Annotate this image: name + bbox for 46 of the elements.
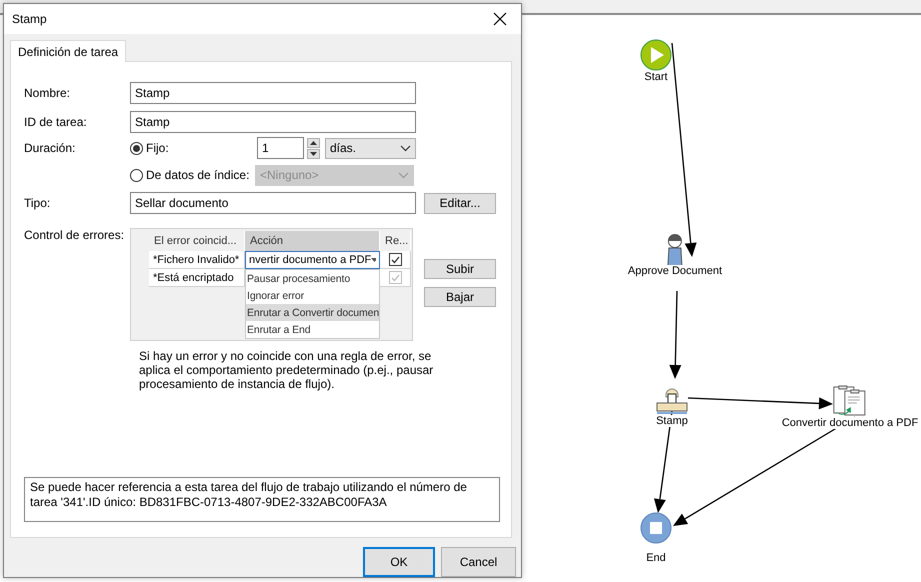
spin-up-button[interactable] bbox=[307, 138, 320, 148]
amount-field[interactable]: 1 bbox=[257, 137, 304, 159]
radio-button[interactable] bbox=[130, 142, 143, 154]
action-combobox[interactable]: nvertir documento a PDF bbox=[245, 251, 380, 269]
stop-icon bbox=[640, 512, 672, 544]
field-label: Nombre: bbox=[24, 86, 72, 100]
unit-dropdown[interactable]: días. bbox=[325, 138, 416, 158]
window-title: Stamp bbox=[12, 12, 47, 26]
start-icon bbox=[640, 39, 672, 71]
field-label: Duración: bbox=[24, 141, 76, 155]
info-box: Se puede hacer referencia a esta tarea del flujo de trabajo utilizando el número de tarea '341'.ID único: BD831FBC-0713-4807-9DE2-332ABC00FA3A bbox=[24, 477, 500, 522]
node-label: Start bbox=[644, 71, 668, 83]
menu-item[interactable]: Enrutar a Convertir documen bbox=[246, 304, 379, 321]
radio-option[interactable]: De datos de índice: bbox=[130, 168, 255, 182]
help-text: Si hay un error y no coincide con una regla de error, se aplica el comportamiento predeterminado (p.ej., pausar procesamiento de instancia de flujo). bbox=[139, 349, 434, 391]
column-header[interactable]: Acción bbox=[245, 231, 380, 251]
name-field[interactable]: Stamp bbox=[130, 82, 416, 104]
caret-icon bbox=[371, 258, 376, 262]
type-field[interactable]: Sellar documento bbox=[130, 192, 416, 214]
chevron-down-icon bbox=[400, 144, 411, 152]
node-label: Stamp bbox=[656, 415, 688, 427]
person-icon bbox=[666, 234, 684, 267]
edit-button[interactable]: Editar... bbox=[424, 192, 496, 214]
field-label: ID de tarea: bbox=[24, 115, 88, 129]
down-arrow-icon bbox=[310, 152, 317, 156]
table-cell: *Está encriptado bbox=[149, 269, 245, 287]
radio-option[interactable]: Fijo: bbox=[130, 141, 257, 155]
close-icon bbox=[493, 12, 507, 26]
radio-button[interactable] bbox=[130, 168, 143, 182]
node-label: Approve Document bbox=[628, 265, 722, 277]
node-label: Convertir documento a PDF bbox=[782, 417, 918, 429]
field-label: Tipo: bbox=[24, 196, 52, 210]
node-label: End bbox=[646, 552, 666, 564]
ok-button[interactable]: OK bbox=[363, 547, 435, 577]
tab[interactable]: Definición de tarea bbox=[10, 40, 126, 62]
up-arrow-icon bbox=[310, 140, 317, 144]
table-cell: *Fichero Invalido* bbox=[149, 251, 245, 269]
spin-down-button[interactable] bbox=[307, 148, 320, 158]
cancel-button[interactable]: Cancel bbox=[441, 547, 516, 577]
field-label: Control de errores: bbox=[24, 228, 126, 242]
documents-icon bbox=[833, 385, 867, 417]
task-id-field[interactable]: Stamp bbox=[130, 111, 416, 133]
move-up-button[interactable]: Subir bbox=[424, 259, 496, 279]
chevron-down-icon bbox=[398, 172, 409, 178]
move-down-button[interactable]: Bajar bbox=[424, 287, 496, 307]
checkbox[interactable] bbox=[388, 253, 402, 266]
